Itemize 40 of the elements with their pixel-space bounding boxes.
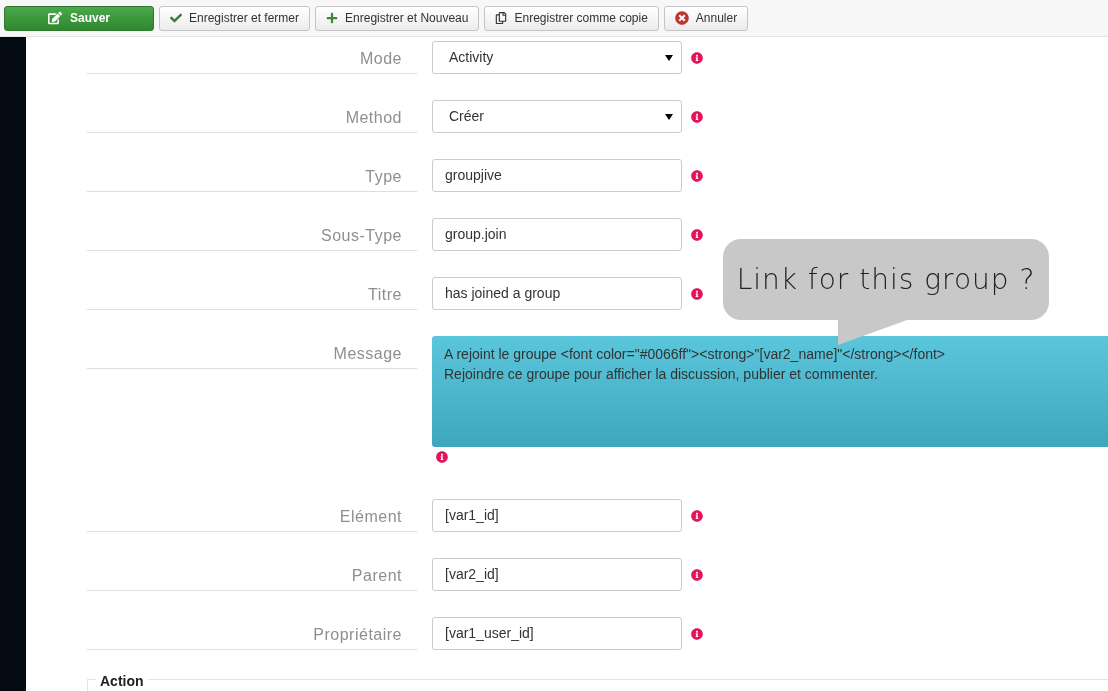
- info-icon[interactable]: [691, 228, 703, 241]
- field-label: Elément: [339, 507, 402, 527]
- info-icon[interactable]: [691, 509, 703, 522]
- field-label: Type: [365, 167, 402, 187]
- info-icon[interactable]: [691, 169, 703, 182]
- input-field[interactable]: group.join: [432, 218, 682, 251]
- select-field[interactable]: Activity: [432, 41, 682, 74]
- plus-icon: [326, 12, 339, 24]
- info-icon[interactable]: [691, 51, 703, 64]
- toolbar-button[interactable]: Annuler: [663, 5, 749, 31]
- callout-text: Link for this group ?: [736, 261, 1036, 298]
- copy-icon: [495, 12, 508, 24]
- input-field[interactable]: [var2_id]: [432, 558, 682, 591]
- info-icon[interactable]: [691, 110, 703, 123]
- save-button[interactable]: Sauver: [4, 5, 154, 31]
- toolbar-button[interactable]: Enregistrer comme copie: [484, 5, 659, 31]
- dropdown-caret-icon: [665, 54, 673, 61]
- info-icon[interactable]: [691, 627, 703, 640]
- field-label: Mode: [359, 49, 402, 69]
- input-field[interactable]: [var1_user_id]: [432, 617, 682, 650]
- info-icon[interactable]: [691, 287, 703, 300]
- message-textarea[interactable]: A rejoint le groupe <font color="#0066ff"><strong>"[var2_name]"</strong></font> Rejoindre ce groupe pour afficher la discussion, publier et commenter.: [432, 336, 1108, 447]
- select-field[interactable]: Créer: [432, 100, 682, 133]
- dropdown-caret-icon: [665, 113, 673, 120]
- field-label: Method: [345, 108, 402, 128]
- info-icon[interactable]: [691, 568, 703, 581]
- input-field[interactable]: [var1_id]: [432, 499, 682, 532]
- cancel-icon: [674, 11, 689, 25]
- field-label: Propriétaire: [313, 625, 402, 645]
- toolbar-button[interactable]: Enregistrer et Nouveau: [315, 5, 480, 31]
- info-icon[interactable]: [436, 451, 448, 463]
- field-label: Titre: [368, 285, 402, 305]
- edit-icon: [48, 11, 62, 25]
- input-field[interactable]: groupjive: [432, 159, 682, 192]
- field-label: Message: [333, 344, 402, 364]
- toolbar-button[interactable]: Enregistrer et fermer: [159, 5, 311, 31]
- field-label: Parent: [351, 566, 402, 586]
- input-field[interactable]: has joined a group: [432, 277, 682, 310]
- check-icon: [170, 12, 182, 24]
- field-label: Sous-Type: [321, 226, 402, 246]
